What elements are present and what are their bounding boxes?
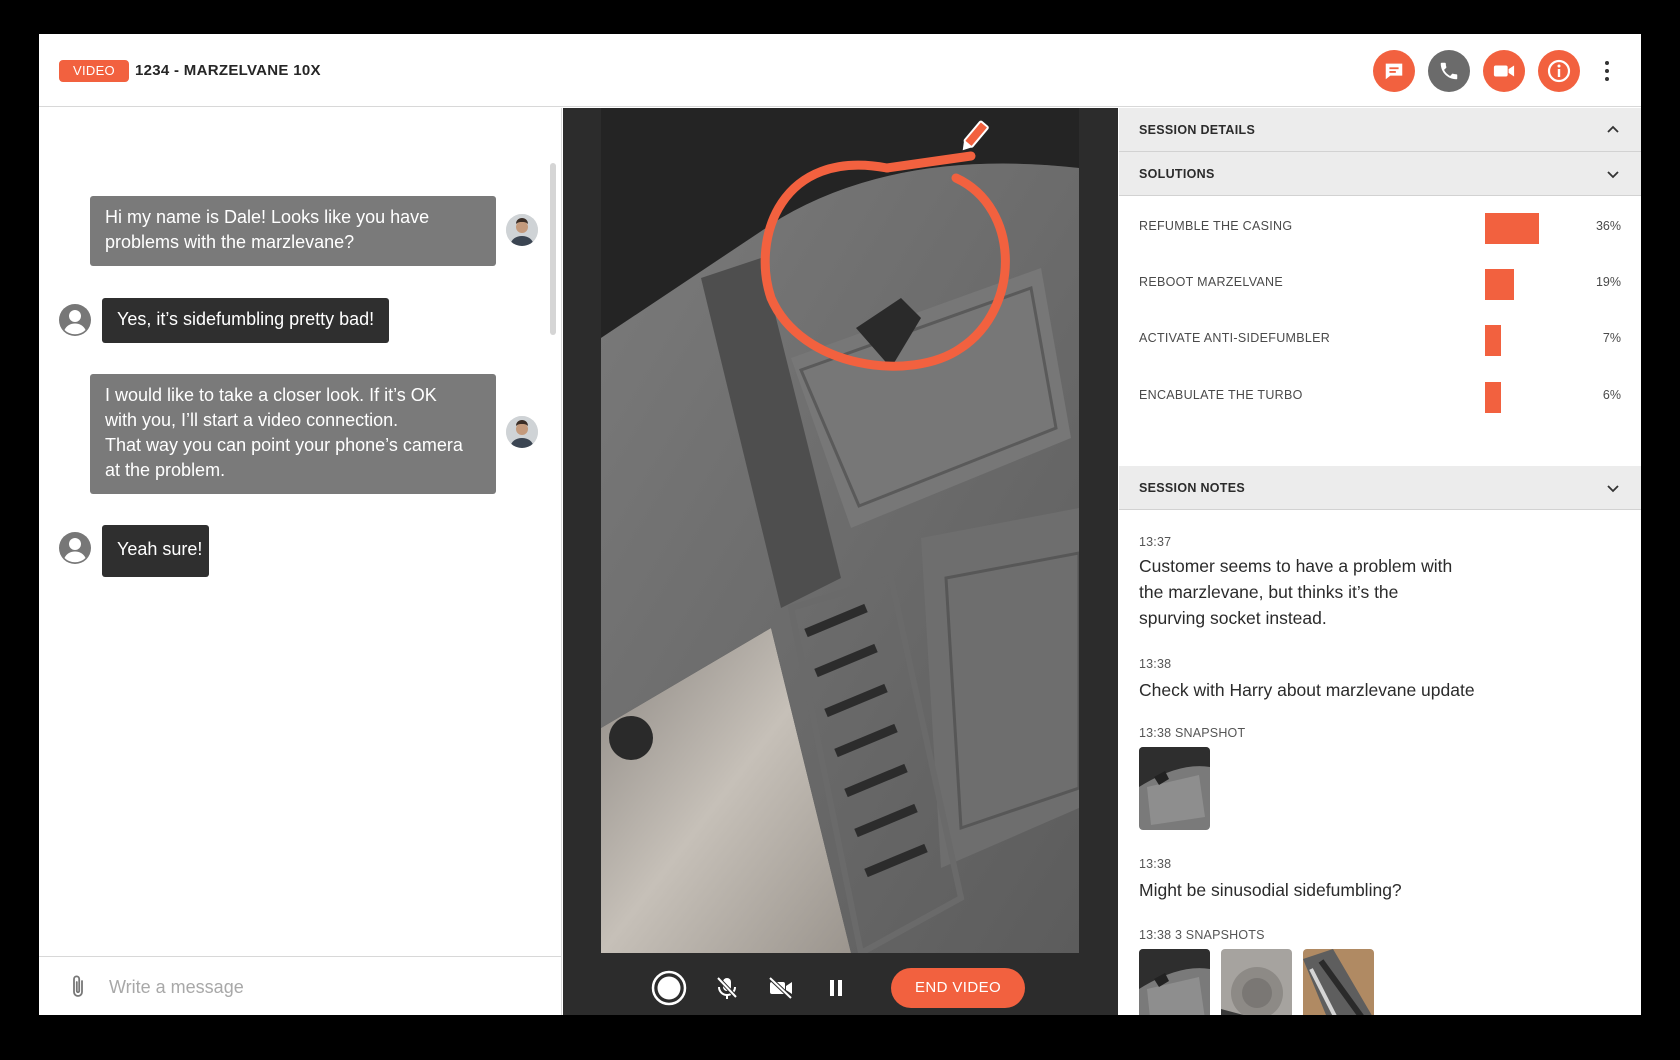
record-circle-icon [651,970,687,1006]
note-timestamp: 13:38 SNAPSHOT [1139,726,1246,740]
note-timestamp: 13:38 [1139,857,1172,871]
chat-icon [1385,63,1403,80]
solutions-header[interactable]: SOLUTIONS [1119,152,1641,196]
solution-bar [1485,325,1501,356]
message-text: Yes, it’s sidefumbling pretty bad! [117,309,375,329]
snapshot-thumbnail[interactable] [1139,949,1210,1015]
solution-name: ENCABULATE THE TURBO [1139,388,1303,402]
snapshot-thumbnail[interactable] [1221,949,1292,1015]
agent-avatar [506,416,538,448]
session-type-badge: VIDEO [59,60,129,82]
app-window: VIDEO 1234 - MARZELVANE 10X Hi my name i… [39,34,1641,1015]
end-video-button[interactable]: END VIDEO [891,968,1025,1008]
kebab-menu-icon[interactable] [1599,58,1615,84]
camera-image [601,108,1079,953]
chat-message-user: Yeah sure! [102,525,209,577]
note-timestamp: 13:37 [1139,535,1172,549]
section-title: SOLUTIONS [1139,167,1215,181]
message-text: That way you can point your phone’s came… [105,435,463,455]
section-title: SESSION NOTES [1139,481,1246,495]
solution-percent: 36% [1595,219,1621,233]
pause-icon [830,980,842,996]
note-text: Might be sinusodial sidefumbling? [1139,877,1402,903]
info-icon [1547,59,1571,83]
message-text: at the problem. [105,460,226,480]
chevron-down-icon [1607,171,1619,179]
section-title: SESSION DETAILS [1139,123,1256,137]
message-composer [39,956,562,1015]
message-text: problems with the marzlevane? [105,232,355,252]
info-button[interactable] [1538,50,1580,92]
solution-bar [1485,382,1501,413]
video-camera-icon [1493,65,1515,77]
solution-bar [1485,213,1539,244]
note-line: Might be sinusodial sidefumbling? [1139,880,1402,900]
note-text: Customer seems to have a problem with th… [1139,553,1452,631]
chat-scrollbar[interactable] [550,163,556,335]
note-text: Check with Harry about marzlevane update [1139,677,1475,703]
solution-bar [1485,269,1514,300]
mic-off-icon [716,976,738,999]
note-line: Customer seems to have a problem with [1139,556,1453,576]
agent-avatar [506,214,538,246]
pause-button[interactable] [823,975,849,1001]
chat-message-agent: Hi my name is Dale! Looks like you have … [90,196,496,266]
session-notes-header[interactable]: SESSION NOTES [1119,466,1641,510]
session-title: 1234 - MARZELVANE 10X [135,62,321,79]
solution-percent: 19% [1595,275,1621,289]
header-bar: VIDEO 1234 - MARZELVANE 10X [39,34,1641,107]
solution-name: ACTIVATE ANTI-SIDEFUMBLER [1139,331,1331,345]
message-input[interactable] [109,971,529,1003]
user-avatar-icon [59,304,91,336]
mute-button[interactable] [714,975,740,1001]
chat-panel: Hi my name is Dale! Looks like you have … [39,108,562,1015]
chat-message-user: Yes, it’s sidefumbling pretty bad! [102,298,389,343]
chat-button[interactable] [1373,50,1415,92]
snapshot-button[interactable] [651,970,687,1006]
solution-name: REBOOT MARZELVANE [1139,275,1284,289]
paperclip-icon[interactable] [69,974,87,1000]
live-video-feed[interactable] [601,108,1079,953]
note-line: the marzlevane, but thinks it’s the [1139,582,1399,602]
message-text: with you, I’ll start a video connection. [105,410,399,430]
solution-percent: 7% [1602,331,1621,345]
solution-percent: 6% [1602,388,1621,402]
message-text: I would like to take a closer look. If i… [105,385,437,405]
snapshot-thumbnail[interactable] [1139,747,1210,830]
video-button[interactable] [1483,50,1525,92]
session-panel: SESSION DETAILS SOLUTIONS REFUMBLE THE C… [1119,108,1641,1015]
call-button[interactable] [1428,50,1470,92]
solution-name: REFUMBLE THE CASING [1139,219,1293,233]
user-avatar-icon [59,532,91,564]
camera-toggle-button[interactable] [766,975,796,1001]
solution-row[interactable]: ACTIVATE ANTI-SIDEFUMBLER 7% [1119,310,1641,366]
camera-off-icon [768,977,793,999]
phone-icon [1440,62,1458,80]
chevron-up-icon [1607,125,1619,133]
note-timestamp: 13:38 [1139,657,1172,671]
message-text: Yeah sure! [117,539,203,559]
note-line: spurving socket instead. [1139,608,1327,628]
message-text: Hi my name is Dale! Looks like you have [105,207,430,227]
session-details-header[interactable]: SESSION DETAILS [1119,108,1641,152]
note-line: Check with Harry about marzlevane update [1139,680,1475,700]
video-panel: END VIDEO [563,108,1118,1015]
note-timestamp: 13:38 3 SNAPSHOTS [1139,928,1265,942]
solution-row[interactable]: REBOOT MARZELVANE 19% [1119,254,1641,310]
solution-row[interactable]: REFUMBLE THE CASING 36% [1119,198,1641,254]
chevron-down-icon [1607,485,1619,493]
solution-row[interactable]: ENCABULATE THE TURBO 6% [1119,367,1641,423]
video-controls: END VIDEO [563,953,1118,1015]
chat-message-agent: I would like to take a closer look. If i… [90,374,496,494]
snapshot-thumbnail[interactable] [1303,949,1374,1015]
